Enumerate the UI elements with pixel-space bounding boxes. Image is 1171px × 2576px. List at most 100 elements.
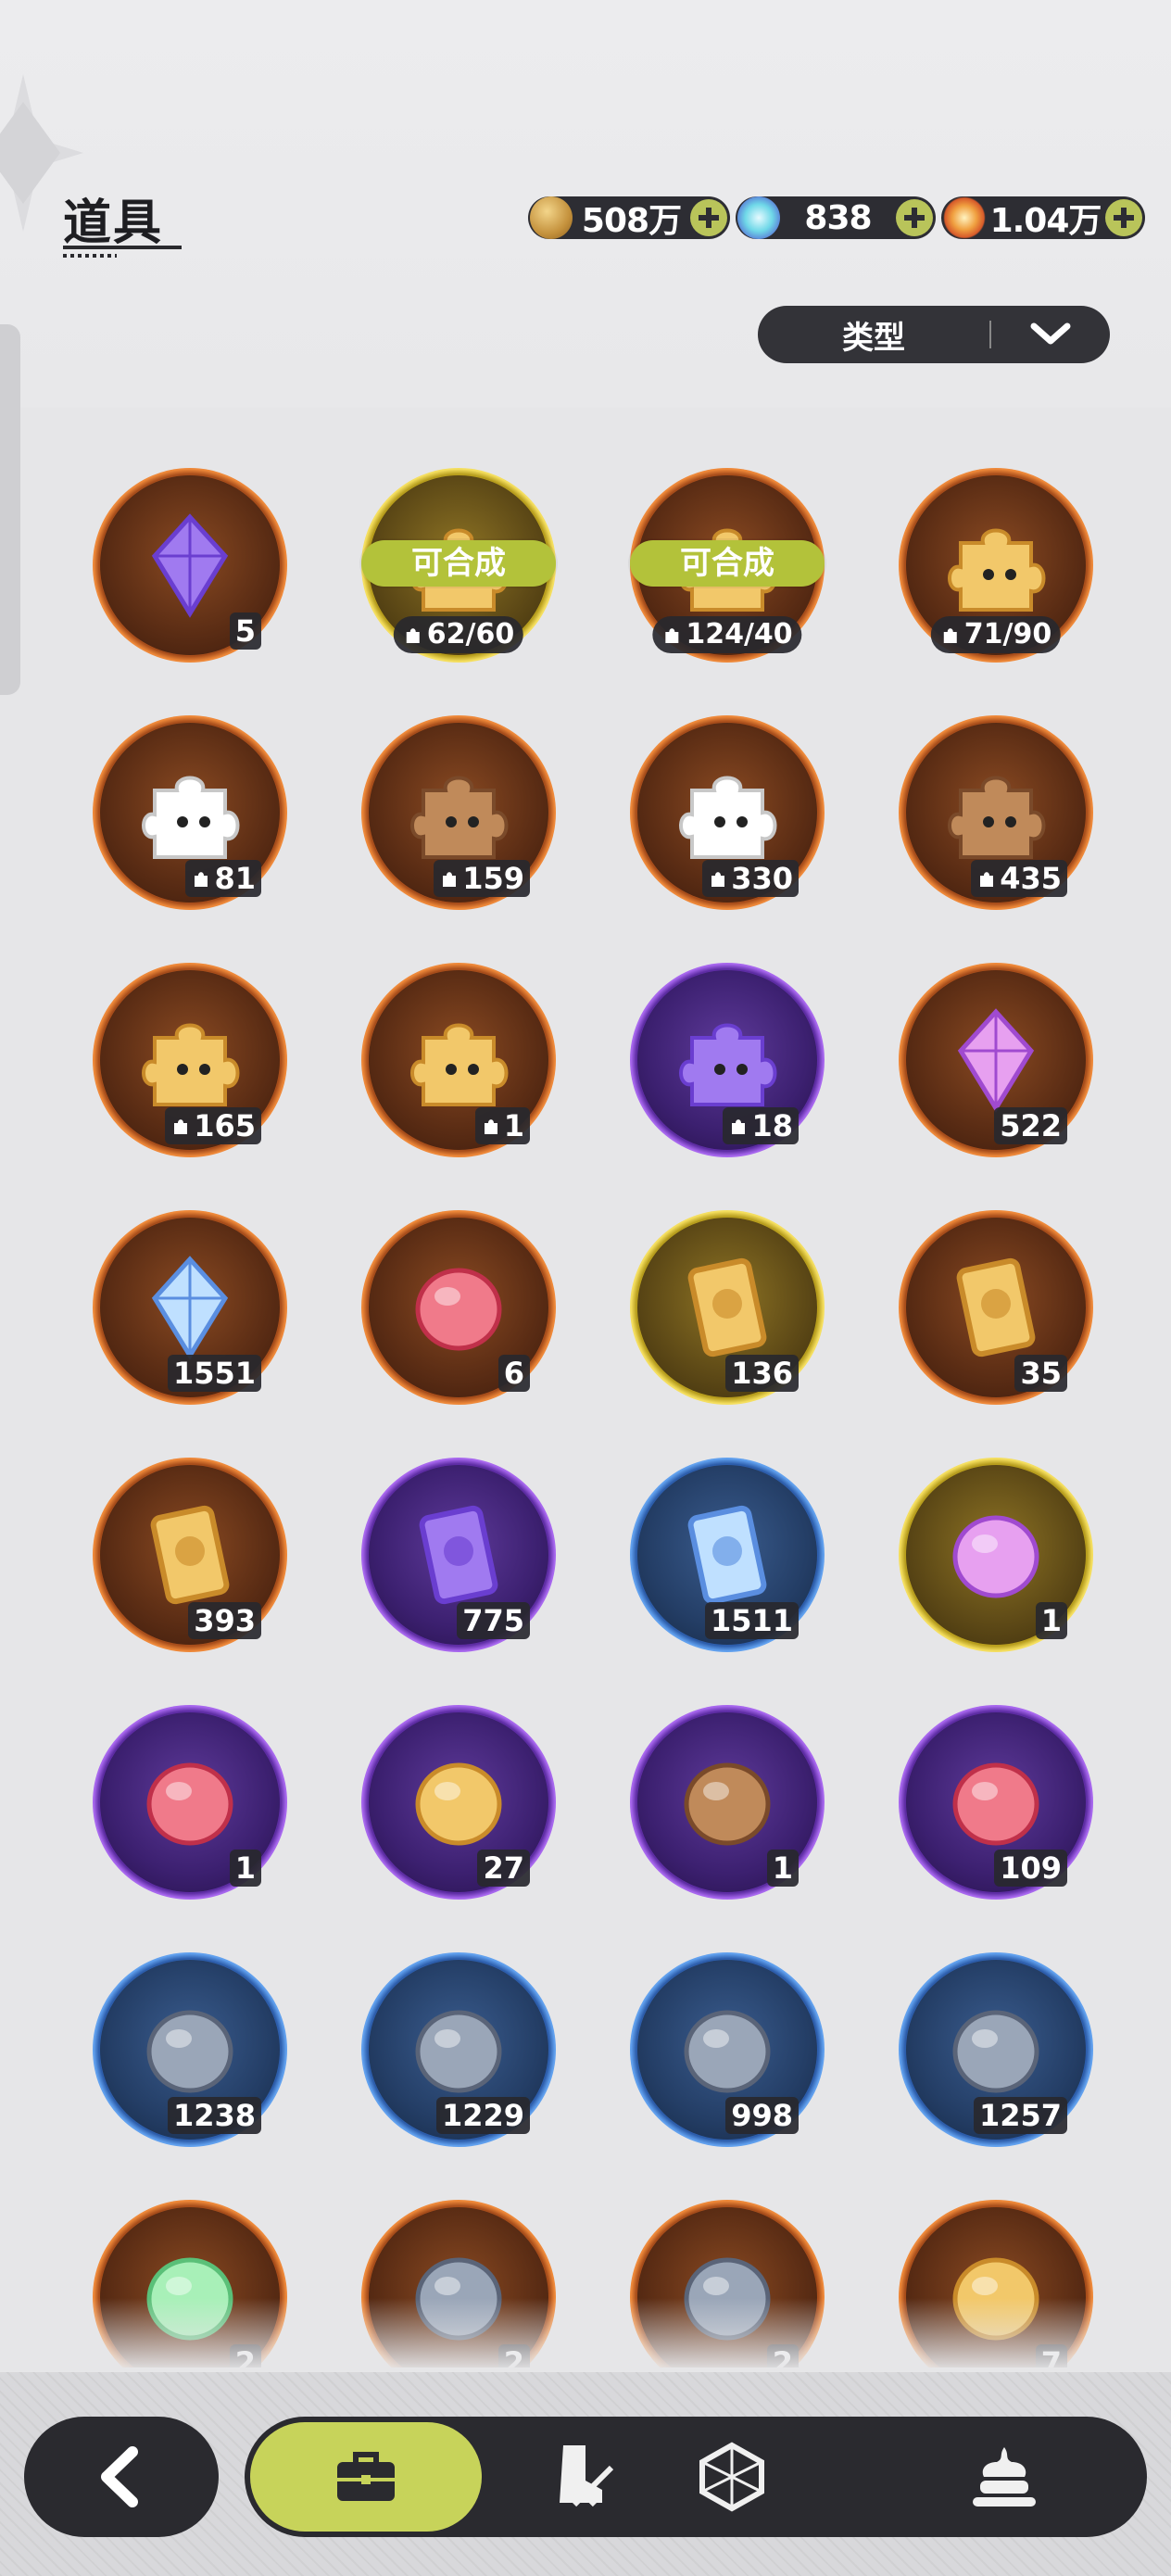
fragment-quantity-value: 330 [731,861,793,896]
item-quantity: 1511 [704,1602,799,1639]
item-quantity: 5 [229,612,261,650]
type-filter-dropdown[interactable]: 类型 [758,306,1110,363]
currency-crystal: 838 [736,196,936,239]
bottom-nav [245,2417,1147,2537]
blue-star-crystal-icon [151,1256,229,1360]
mystery-puzzle-piece-icon [948,528,1046,612]
puzzle-piece-icon [406,628,420,643]
fragment-quantity-value: 1 [503,1108,524,1143]
item-slot[interactable]: 18 [630,963,825,1157]
title-underline [63,246,182,249]
knight-puzzle-character-icon [679,776,777,859]
purple-cat-puzzle-icon [679,1023,777,1106]
item-quantity: 775 [457,1602,530,1639]
orange-character-card-icon [150,1505,230,1605]
item-slot[interactable]: 可合成 124/40 [630,468,825,663]
tab-equipment[interactable] [510,2417,658,2537]
item-slot[interactable]: 1551 [93,1210,287,1405]
white-puzzle-character-icon [142,776,240,859]
puzzle-piece-icon [195,872,208,887]
item-slot[interactable]: 165 [93,963,287,1157]
item-slot[interactable]: 35 [899,1210,1093,1405]
item-slot[interactable]: 330 [630,715,825,910]
item-slot[interactable]: 775 [361,1458,556,1652]
tab-crystals[interactable] [658,2417,806,2537]
fragment-quantity-value: 18 [751,1108,793,1143]
item-quantity: 136 [725,1355,799,1392]
scroll-icon [684,1762,771,1846]
back-button[interactable] [24,2417,219,2537]
item-slot[interactable]: 136 [630,1210,825,1405]
item-quantity: 1 [766,1850,799,1887]
currency-gold: 508万 [528,196,730,240]
pink-apple-icon [952,1762,1039,1846]
item-quantity: 1 [229,1850,261,1887]
currency-star-gem-value: 1.04万 [989,202,1102,240]
fragment-quantity: 330 [702,860,799,897]
puzzle-piece-icon [711,872,725,887]
item-slot[interactable]: 81 [93,715,287,910]
blue-character-card-icon [687,1505,767,1605]
add-crystal-button[interactable] [896,199,933,236]
gold-character-card-icon [687,1257,767,1357]
fragment-quantity-value: 159 [462,861,524,896]
item-slot[interactable]: 1 [361,963,556,1157]
item-quantity: 109 [994,1850,1067,1887]
fragment-count: 62/60 [393,616,524,653]
item-slot[interactable]: 可合成 62/60 [361,468,556,663]
item-slot[interactable]: 159 [361,715,556,910]
fragment-quantity-value: 165 [194,1108,256,1143]
item-slot[interactable]: 1 [899,1458,1093,1652]
fragment-owned: 71 [963,618,1003,650]
add-star-gem-button[interactable] [1105,199,1142,236]
add-gold-button[interactable] [690,199,727,236]
header: 道具 508万 838 1.04万 类型 [0,0,1171,408]
fragment-quantity: 435 [971,860,1067,897]
hammer-icon [952,2010,1039,2093]
item-slot[interactable]: 435 [899,715,1093,910]
item-slot[interactable]: 1511 [630,1458,825,1652]
item-slot[interactable]: 1257 [899,1952,1093,2147]
puzzle-piece-icon [484,1119,497,1134]
item-slot[interactable]: 1229 [361,1952,556,2147]
tab-bag[interactable] [250,2422,482,2532]
item-slot[interactable]: 998 [630,1952,825,2147]
hexagon-gem-icon [699,2442,764,2512]
item-slot[interactable]: 109 [899,1705,1093,1900]
tab-desserts[interactable] [930,2417,1078,2537]
dark-puzzle-character-icon [948,776,1046,859]
puzzle-piece-icon [732,1119,746,1134]
gift-box-icon [146,1762,233,1846]
fragment-owned: 62 [426,618,466,650]
item-quantity: 522 [994,1107,1067,1144]
chevron-down-icon [991,321,1110,348]
gold-coin-icon [530,196,573,239]
item-slot[interactable]: 71/90 [899,468,1093,663]
item-slot[interactable]: 1 [93,1705,287,1900]
item-quantity: 998 [725,2097,799,2134]
item-slot[interactable]: 522 [899,963,1093,1157]
item-slot[interactable]: 27 [361,1705,556,1900]
item-slot[interactable]: 6 [361,1210,556,1405]
item-quantity: 35 [1014,1355,1067,1392]
item-slot[interactable]: 393 [93,1458,287,1652]
puzzle-piece-icon [980,872,994,887]
item-quantity: 1 [1035,1602,1067,1639]
craftable-badge: 可合成 [630,540,825,587]
bag-icon [337,2452,395,2501]
paw-pendant-icon [415,1268,502,1351]
puzzle-piece-icon [174,1119,188,1134]
fragment-owned: 124 [686,618,744,650]
item-slot[interactable]: 5 [93,468,287,663]
item-slot[interactable]: 1 [630,1705,825,1900]
item-quantity: 1229 [435,2097,530,2134]
item-quantity: 393 [188,1602,261,1639]
item-slot[interactable]: 1238 [93,1952,287,2147]
fragment-quantity: 165 [165,1107,261,1144]
fragment-quantity-value: 435 [1000,861,1062,896]
holo-character-card-icon [956,1257,1036,1357]
fragment-quantity: 81 [185,860,261,897]
birthday-cake-icon [952,1515,1039,1598]
craftable-badge: 可合成 [361,540,556,587]
shovel-icon [146,2010,233,2093]
